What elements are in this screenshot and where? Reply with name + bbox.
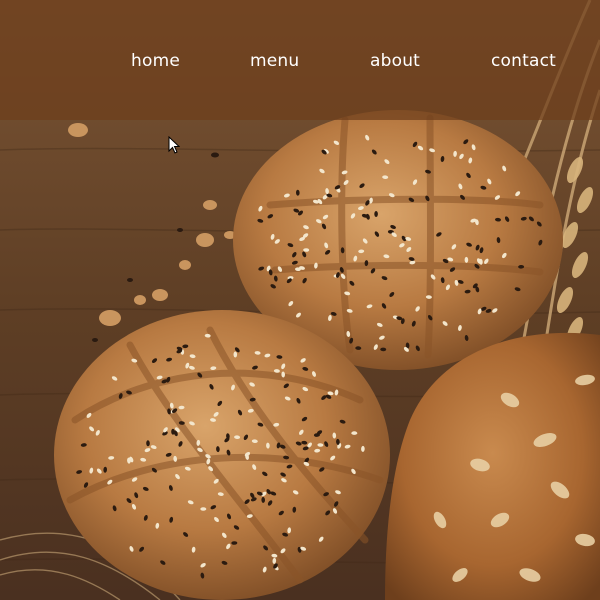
- mouse-pointer-icon: [168, 136, 180, 154]
- nav-link-home[interactable]: home: [131, 50, 180, 72]
- nav-link-contact[interactable]: contact: [491, 50, 556, 72]
- nav-link-about[interactable]: about: [370, 50, 420, 72]
- nav-link-menu[interactable]: menu: [250, 50, 299, 72]
- top-navigation-bar: home menu about contact: [0, 0, 600, 120]
